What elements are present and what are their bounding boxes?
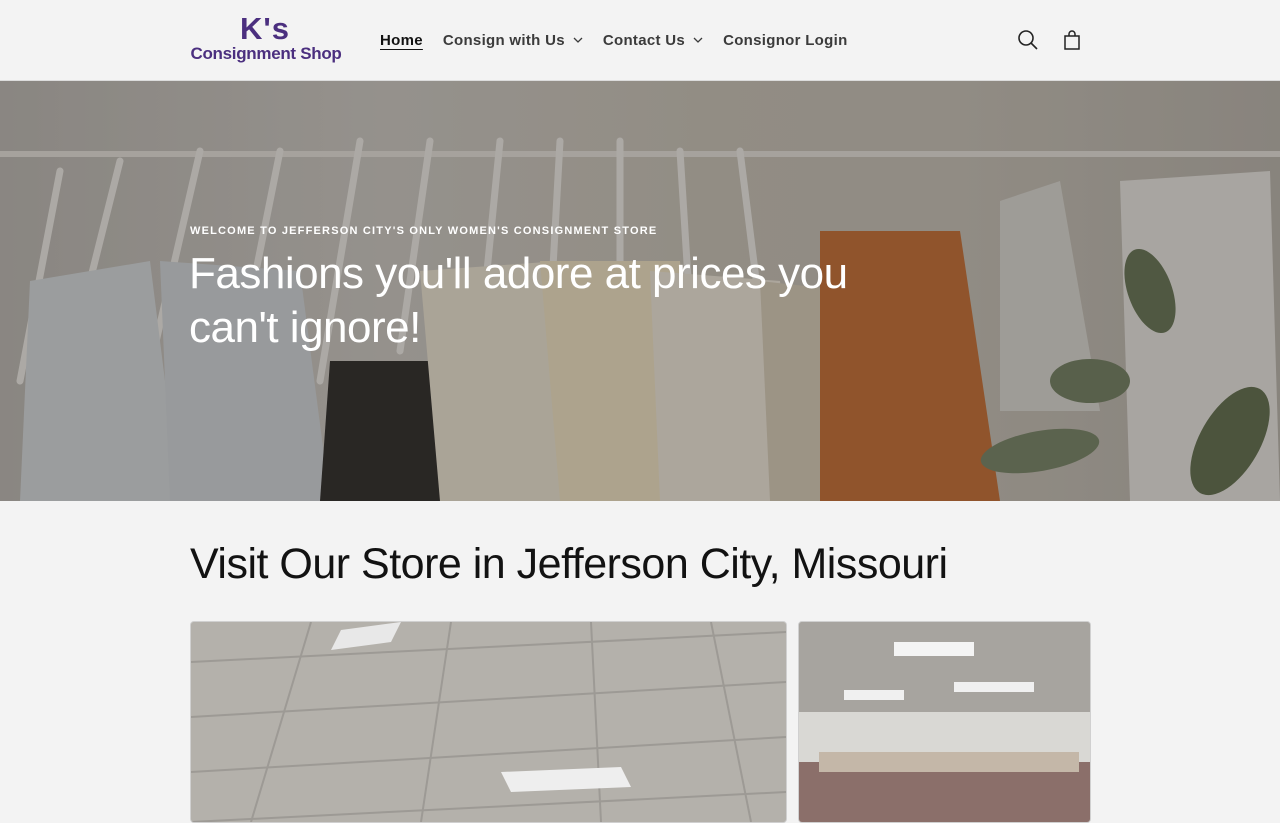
store-racks-photo [798,621,1091,823]
nav-consign-with-us[interactable]: Consign with Us [433,0,593,80]
nav-consign-label: Consign with Us [442,31,565,49]
store-interior-photo [190,621,787,823]
chevron-down-icon [693,37,703,43]
search-button[interactable] [1010,22,1046,58]
hero-eyebrow: Welcome to Jefferson City's only women's… [190,225,658,237]
nav-contact-label: Contact Us [602,31,686,49]
section-title: Visit Our Store in Jefferson City, Misso… [190,540,948,588]
chevron-down-icon [573,37,583,43]
main-nav: Home Consign with Us Contact Us Consigno… [370,0,858,80]
logo-title: K's [240,11,290,46]
nav-contact-us[interactable]: Contact Us [593,0,713,80]
nav-home-label: Home [380,31,423,49]
cart-button[interactable] [1054,22,1090,58]
nav-home[interactable]: Home [370,0,433,80]
site-header: K's Consignment Shop Home Consign with U… [0,0,1280,81]
logo-subtitle: Consignment Shop [190,44,342,63]
clothing-racks-image [799,622,1090,822]
nav-consignor-label: Consignor Login [723,31,848,49]
hero-headline: Fashions you'll adore at prices you can'… [189,249,848,352]
cart-icon [1064,30,1080,50]
ceiling-tiles-image [191,622,786,822]
hero-banner: Welcome to Jefferson City's only women's… [0,81,1280,501]
nav-consignor-login[interactable]: Consignor Login [713,0,857,80]
store-logo[interactable]: K's Consignment Shop [190,12,342,68]
search-icon [1018,30,1038,50]
